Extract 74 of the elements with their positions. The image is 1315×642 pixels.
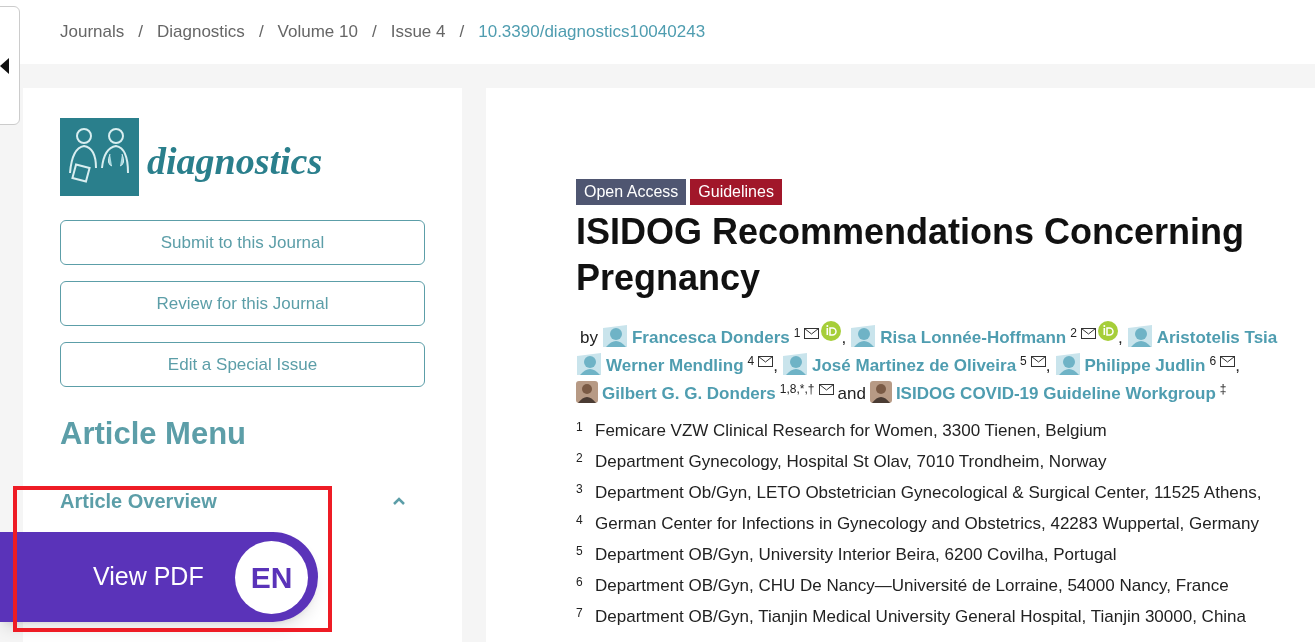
affiliation-number: 5 bbox=[576, 544, 584, 558]
affiliation-marker: 4 bbox=[747, 354, 755, 368]
email-icon[interactable] bbox=[758, 356, 774, 367]
affiliation-number: 3 bbox=[576, 482, 584, 496]
person-placeholder-icon bbox=[1054, 353, 1081, 375]
article-badge: Guidelines bbox=[690, 179, 782, 205]
breadcrumb-link[interactable]: Issue 4 bbox=[390, 19, 446, 45]
breadcrumb-link[interactable]: Volume 10 bbox=[277, 19, 358, 45]
affiliation-text: Department OB/Gyn, CHU De Nancy—Université de Lorraine, 54000 Nancy, France bbox=[595, 575, 1229, 597]
affiliation-marker: ‡ bbox=[1219, 382, 1227, 396]
affiliation-marker: 6 bbox=[1209, 354, 1217, 368]
author-connector: and bbox=[837, 384, 866, 403]
affiliation-marker: 5 bbox=[1020, 354, 1027, 368]
language-badge: EN bbox=[235, 540, 308, 614]
person-placeholder-icon bbox=[576, 353, 602, 375]
collapse-left-icon bbox=[0, 57, 9, 74]
affiliation-marker: 2 bbox=[1070, 326, 1077, 340]
affiliation-text: German Center for Infections in Gynecology and Obstetrics, 42283 Wuppertal, Germany bbox=[595, 513, 1259, 535]
affiliation-marker: 1,8,*,† bbox=[779, 382, 815, 396]
sidebar-toggle-tab[interactable] bbox=[0, 6, 20, 125]
author-name-link[interactable]: José Martinez de Oliveira bbox=[812, 356, 1017, 375]
affiliation-number: 6 bbox=[576, 575, 584, 589]
breadcrumb-separator: / bbox=[458, 21, 466, 44]
person-placeholder-icon bbox=[1126, 325, 1153, 347]
author-connector: by bbox=[580, 328, 598, 347]
author-name-link[interactable]: Francesca Donders bbox=[631, 328, 790, 347]
person-avatar-icon bbox=[576, 381, 598, 403]
affiliation-text: Department OB/Gyn, Tianjin Medical University General Hospital, Tianjin 30000, China bbox=[595, 606, 1247, 628]
journal-action-button[interactable]: Edit a Special Issue bbox=[60, 342, 425, 387]
article-title: ISIDOG Recommendations Concerning Pregnancy bbox=[576, 210, 1246, 300]
article-overview-toggle[interactable]: Article Overview bbox=[60, 485, 405, 516]
author-name-link[interactable]: Gilbert G. G. Donders bbox=[602, 384, 776, 403]
journal-action-button[interactable]: Submit to this Journal bbox=[60, 220, 425, 265]
email-icon[interactable] bbox=[1220, 356, 1236, 367]
chevron-up-icon bbox=[393, 496, 405, 505]
author-separator: , bbox=[773, 356, 778, 375]
affiliation-text: Femicare VZW Clinical Research for Women, 3300 Tienen, Belgium bbox=[595, 420, 1107, 442]
breadcrumb-separator: / bbox=[257, 21, 265, 44]
person-placeholder-icon bbox=[850, 325, 877, 347]
author-separator: , bbox=[1117, 328, 1123, 347]
affiliation-number: 1 bbox=[576, 420, 584, 434]
affiliation-marker: 1 bbox=[793, 326, 801, 340]
email-icon[interactable] bbox=[1080, 328, 1096, 339]
affiliation-text: Department Gynecology, Hospital St Olav, 7010 Trondheim, Norway bbox=[595, 451, 1107, 473]
doi-link[interactable]: 10.3390/diagnostics10040243 bbox=[478, 19, 706, 45]
breadcrumb-link[interactable]: Journals bbox=[60, 19, 125, 45]
journal-action-button[interactable]: Review for this Journal bbox=[60, 281, 425, 326]
affiliation-text: Department OB/Gyn, University Interior Beira, 6200 Covilha, Portugal bbox=[595, 544, 1117, 566]
person-avatar-icon bbox=[869, 381, 892, 403]
author-name-link[interactable]: ISIDOG COVID-19 Guideline Workgroup bbox=[895, 384, 1216, 403]
author-name-link[interactable]: Aristotelis Tsia bbox=[1156, 328, 1278, 347]
author-separator: , bbox=[1045, 356, 1051, 375]
email-icon[interactable] bbox=[818, 384, 834, 395]
person-placeholder-icon bbox=[782, 353, 808, 375]
author-separator: , bbox=[841, 328, 847, 347]
journal-logo-icon bbox=[60, 118, 139, 196]
view-pdf-button[interactable]: View PDF EN bbox=[0, 532, 318, 622]
article-badge: Open Access bbox=[576, 179, 687, 205]
article-menu-heading: Article Menu bbox=[60, 415, 248, 453]
affiliation-text: Department Ob/Gyn, LETO Obstetrician Gynecological & Surgical Center, 11525 Athens, bbox=[595, 482, 1262, 504]
author-name-link[interactable]: Philippe Judlin bbox=[1084, 356, 1206, 375]
journal-name: diagnostics bbox=[147, 142, 323, 180]
breadcrumb-separator: / bbox=[137, 21, 144, 44]
affiliation-number: 4 bbox=[576, 513, 584, 527]
affiliation-number: 2 bbox=[576, 451, 584, 465]
email-icon[interactable] bbox=[804, 328, 820, 339]
email-icon[interactable] bbox=[1030, 356, 1046, 367]
author-name-link[interactable]: Risa Lonnée-Hoffmann bbox=[880, 328, 1067, 347]
affiliation-number: 7 bbox=[576, 606, 584, 620]
breadcrumb-link[interactable]: Diagnostics bbox=[157, 19, 245, 45]
author-name-link[interactable]: Werner Mendling bbox=[606, 356, 744, 375]
author-separator: , bbox=[1235, 356, 1240, 375]
person-placeholder-icon bbox=[601, 325, 628, 347]
breadcrumb-separator: / bbox=[370, 21, 378, 44]
